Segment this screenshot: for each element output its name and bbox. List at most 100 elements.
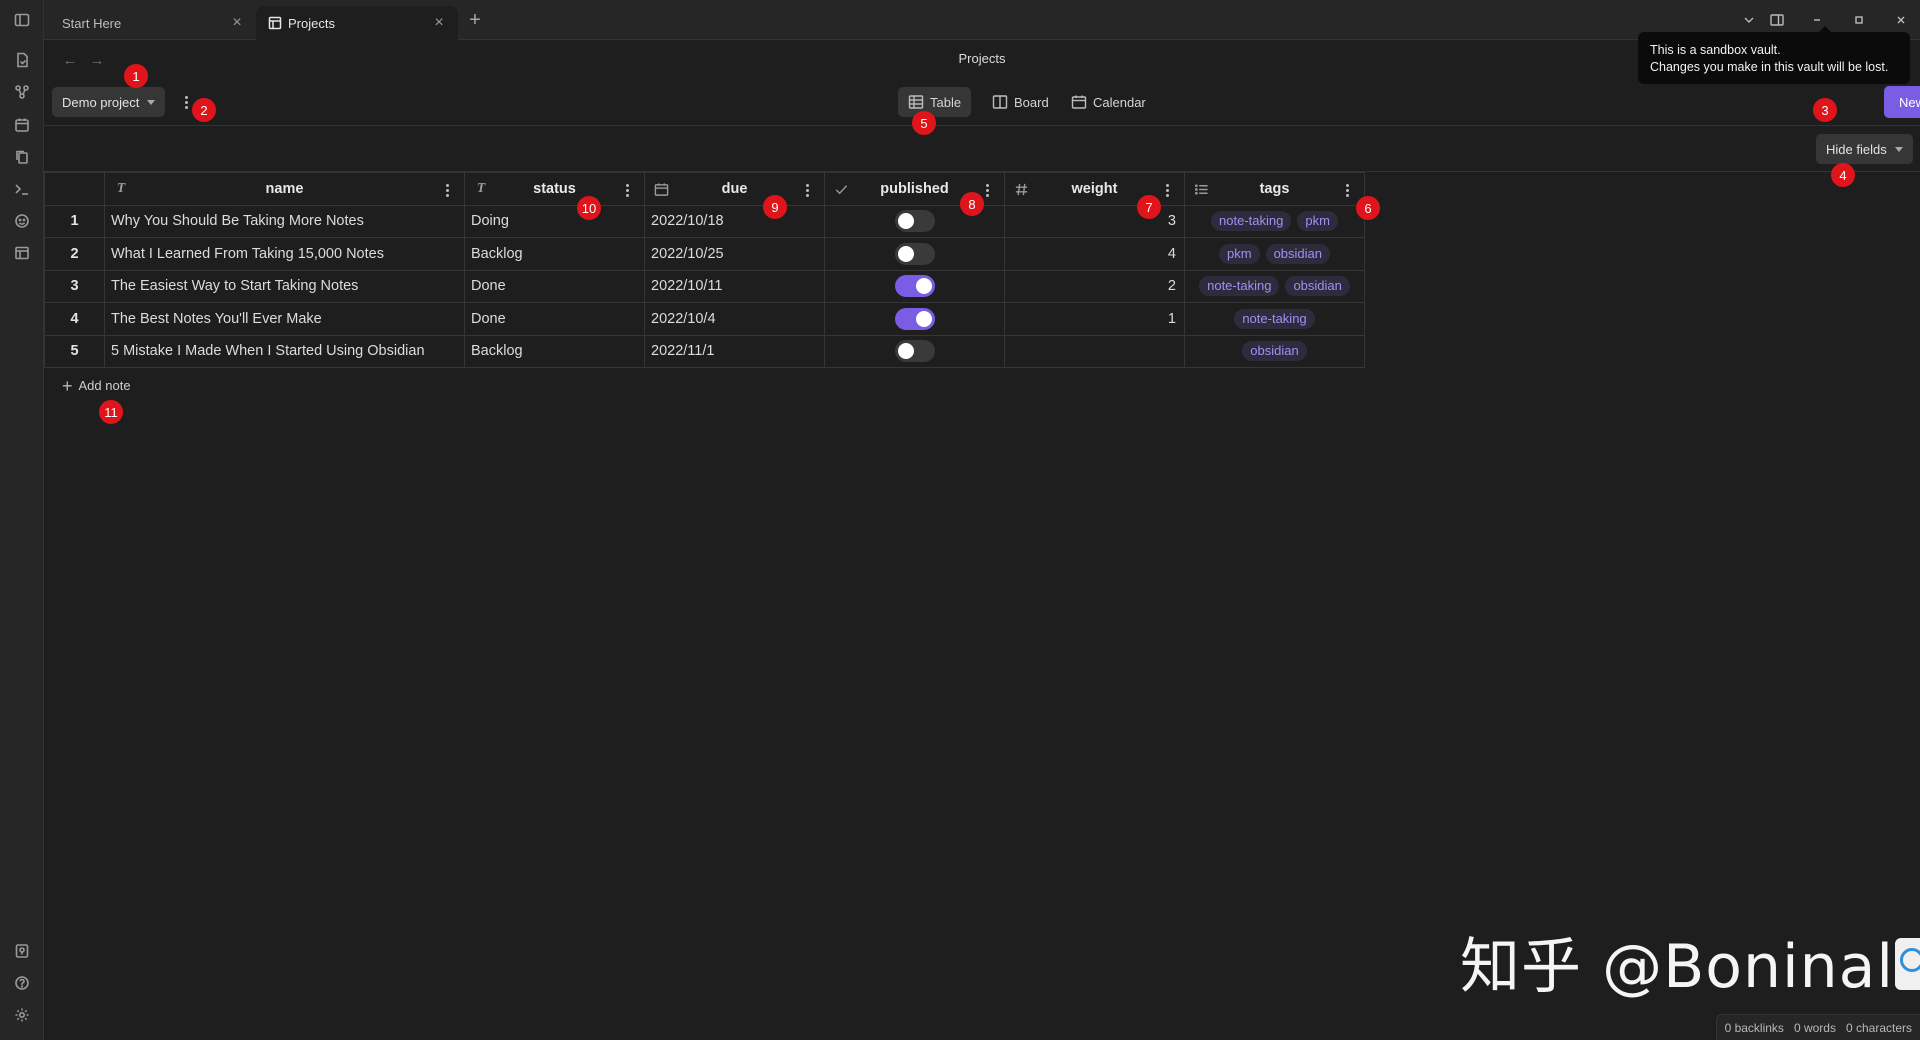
cell-weight[interactable]: 2	[1004, 269, 1185, 303]
tag-chip[interactable]: pkm	[1219, 243, 1260, 264]
tab-projects[interactable]: Projects ×	[256, 6, 458, 40]
terminal-icon[interactable]	[11, 178, 33, 200]
cell-tags[interactable]: pkm obsidian	[1184, 237, 1365, 271]
cell-due[interactable]: 2022/10/25	[644, 237, 825, 271]
cell-tags[interactable]: note-taking	[1184, 302, 1365, 336]
cell-weight[interactable]: 1	[1004, 302, 1185, 336]
tooltip-line-1: This is a sandbox vault.	[1650, 43, 1781, 57]
cell-due[interactable]: 2022/10/18	[644, 204, 825, 238]
table-row[interactable]: 1 Why You Should Be Taking More Notes Do…	[44, 204, 1365, 238]
fields-bar: Hide fields	[44, 126, 1920, 172]
close-icon[interactable]: ×	[228, 14, 246, 32]
published-toggle[interactable]	[894, 340, 935, 363]
table-row[interactable]: 4 The Best Notes You'll Ever Make Done 2…	[44, 302, 1365, 336]
project-select[interactable]: Demo project	[52, 87, 166, 117]
cell-due[interactable]: 2022/11/1	[644, 334, 825, 368]
tag-chip[interactable]: pkm	[1297, 211, 1338, 232]
cell-weight[interactable]	[1004, 334, 1185, 368]
table-row[interactable]: 3 The Easiest Way to Start Taking Notes …	[44, 269, 1365, 303]
watermark-logo-icon	[1895, 938, 1920, 990]
new-note-button[interactable]: New	[1884, 86, 1920, 118]
tag-chip[interactable]: note-taking	[1199, 276, 1280, 297]
column-menu-icon[interactable]	[984, 182, 990, 198]
published-toggle[interactable]	[894, 210, 935, 233]
tab-calendar-view[interactable]: Calendar	[1061, 87, 1156, 117]
header-status[interactable]: T status	[464, 172, 645, 206]
table-icon	[908, 95, 924, 109]
row-index: 5	[44, 334, 105, 368]
published-toggle[interactable]	[894, 307, 935, 330]
tab-board-view[interactable]: Board	[982, 87, 1059, 117]
column-menu-icon[interactable]	[624, 182, 630, 198]
table-view-icon[interactable]	[11, 242, 33, 264]
table-icon	[268, 16, 282, 30]
close-icon[interactable]: ×	[430, 14, 448, 32]
right-sidebar-toggle-icon[interactable]	[1766, 9, 1788, 31]
quick-switcher-icon[interactable]	[11, 49, 33, 71]
cell-name[interactable]: The Best Notes You'll Ever Make	[104, 302, 465, 336]
table-row[interactable]: 2 What I Learned From Taking 15,000 Note…	[44, 237, 1365, 271]
tag-chip[interactable]: obsidian	[1265, 243, 1330, 264]
annotation-badge: 9	[763, 195, 787, 219]
cell-status[interactable]: Done	[464, 302, 645, 336]
tab-list-chevron-icon[interactable]	[1738, 9, 1760, 31]
add-note-button[interactable]: + Add note	[62, 377, 131, 395]
hide-fields-button[interactable]: Hide fields	[1816, 134, 1913, 164]
tab-label: Projects	[288, 15, 335, 31]
copy-icon[interactable]	[11, 146, 33, 168]
column-weight-label: weight	[1071, 180, 1118, 197]
cell-status[interactable]: Backlog	[464, 334, 645, 368]
cell-name[interactable]: Why You Should Be Taking More Notes	[104, 204, 465, 238]
cell-name[interactable]: What I Learned From Taking 15,000 Notes	[104, 237, 465, 271]
new-tab-plus-icon[interactable]: +	[464, 9, 486, 31]
annotation-badge: 10	[577, 196, 601, 220]
cell-due[interactable]: 2022/10/11	[644, 269, 825, 303]
cell-status[interactable]: Backlog	[464, 237, 645, 271]
published-toggle[interactable]	[894, 242, 935, 265]
column-menu-icon[interactable]	[444, 182, 450, 198]
character-count: 0 characters	[1845, 1020, 1912, 1035]
header-name[interactable]: T name	[104, 172, 465, 206]
header-tags[interactable]: tags	[1184, 172, 1365, 206]
column-tags-label: tags	[1259, 180, 1290, 197]
table-row[interactable]: 5 5 Mistake I Made When I Started Using …	[44, 334, 1365, 368]
column-menu-icon[interactable]	[1344, 182, 1350, 198]
project-select-label: Demo project	[62, 94, 140, 110]
cell-tags[interactable]: note-taking obsidian	[1184, 269, 1365, 303]
help-icon[interactable]	[11, 972, 33, 994]
cell-weight[interactable]: 4	[1004, 237, 1185, 271]
cell-tags[interactable]: note-taking pkm	[1184, 204, 1365, 238]
row-index: 4	[44, 302, 105, 336]
vault-switch-icon[interactable]	[11, 940, 33, 962]
column-name-label: name	[265, 180, 304, 197]
cell-due[interactable]: 2022/10/4	[644, 302, 825, 336]
published-toggle[interactable]	[894, 275, 935, 298]
graph-view-icon[interactable]	[11, 81, 33, 103]
cell-tags[interactable]: obsidian	[1184, 334, 1365, 368]
window-close-icon[interactable]	[1890, 9, 1912, 31]
row-index: 2	[44, 237, 105, 271]
tag-chip[interactable]: note-taking	[1234, 308, 1315, 329]
cell-status[interactable]: Done	[464, 269, 645, 303]
backlinks-count[interactable]: 0 backlinks	[1725, 1021, 1784, 1035]
tag-chip[interactable]: note-taking	[1211, 211, 1292, 232]
calendar-icon[interactable]	[11, 114, 33, 136]
header-due[interactable]: due	[644, 172, 825, 206]
tab-table-view[interactable]: Table	[898, 87, 972, 117]
settings-gear-icon[interactable]	[11, 1004, 33, 1026]
column-menu-icon[interactable]	[1164, 182, 1170, 198]
calendar-icon	[653, 181, 669, 197]
maximize-icon[interactable]	[1848, 9, 1870, 31]
header-index	[44, 172, 105, 206]
column-menu-icon[interactable]	[804, 182, 810, 198]
tab-start-here[interactable]: Start Here ×	[50, 6, 256, 40]
sidebar-toggle-icon[interactable]	[11, 9, 33, 31]
calendar-icon	[1071, 95, 1087, 109]
cell-status[interactable]: Doing	[464, 204, 645, 238]
smiley-icon[interactable]	[11, 210, 33, 232]
cell-name[interactable]: 5 Mistake I Made When I Started Using Ob…	[104, 334, 465, 368]
view-label-calendar: Calendar	[1093, 94, 1146, 110]
cell-name[interactable]: The Easiest Way to Start Taking Notes	[104, 269, 465, 303]
tag-chip[interactable]: obsidian	[1242, 341, 1307, 362]
tag-chip[interactable]: obsidian	[1285, 276, 1350, 297]
